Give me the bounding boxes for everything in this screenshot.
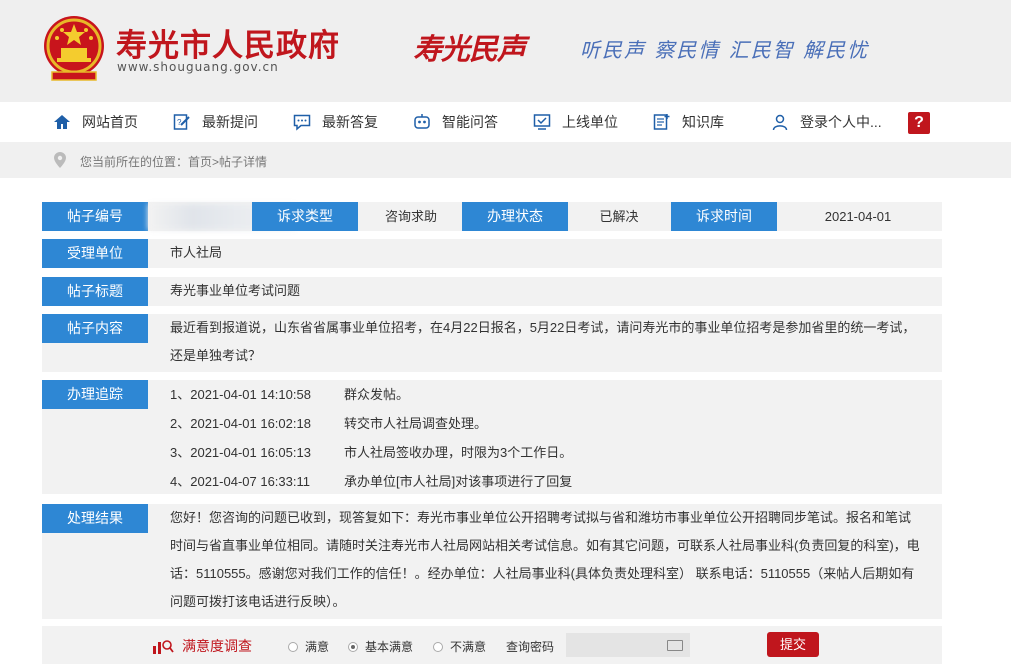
survey-title-text: 满意度调查 bbox=[182, 638, 252, 654]
password-input[interactable] bbox=[566, 633, 690, 657]
robot-icon bbox=[412, 112, 432, 132]
home-icon bbox=[52, 112, 72, 132]
survey-title: 满意度调查 bbox=[152, 636, 252, 656]
unit-label: 受理单位 bbox=[42, 239, 148, 268]
tracking-text: 承办单位[市人社局]对该事项进行了回复 bbox=[344, 474, 573, 489]
breadcrumb: 您当前所在的位置：首页>帖子详情 bbox=[0, 142, 1011, 178]
chat-reply-icon bbox=[292, 112, 312, 132]
tracking-item: 3、2021-04-01 16:05:13 市人社局签收办理，时限为3个工作日。 bbox=[170, 438, 922, 467]
radio-dot[interactable] bbox=[348, 641, 358, 652]
time-label: 诉求时间 bbox=[671, 202, 777, 231]
tracking-text: 群众发帖。 bbox=[344, 387, 410, 402]
radio-label: 满意 bbox=[305, 640, 330, 654]
radio-basically-satisfied[interactable]: 基本满意 bbox=[348, 638, 413, 655]
title-value: 寿光事业单位考试问题 bbox=[170, 283, 301, 298]
nav-item-label: 知识库 bbox=[682, 114, 724, 130]
chart-search-icon bbox=[153, 640, 174, 654]
title-label: 帖子标题 bbox=[42, 277, 148, 306]
detail-row-result: 处理结果 您好！您咨询的问题已收到，现答复如下：寿光市事业单位公开招聘考试拟与省… bbox=[42, 504, 942, 619]
password-label-text: 查询密码 bbox=[506, 640, 555, 654]
nav-item-latest-replies[interactable]: 最新答复 bbox=[292, 111, 378, 133]
radio-satisfied[interactable]: 满意 bbox=[288, 638, 329, 655]
breadcrumb-text: 您当前所在的位置：首页>帖子详情 bbox=[80, 155, 268, 169]
nav-item-latest-questions[interactable]: ? 最新提问 bbox=[172, 111, 258, 133]
status-label: 办理状态 bbox=[462, 202, 568, 231]
content-value: 最近看到报道说，山东省省属事业单位招考，在4月22日报名，5月22日考试，请问寿… bbox=[170, 320, 916, 363]
nav-item-home[interactable]: 网站首页 bbox=[52, 111, 138, 133]
nav-item-label: 最新提问 bbox=[202, 114, 258, 130]
nav-item-label: 网站首页 bbox=[82, 114, 138, 130]
status-value: 已解决 bbox=[599, 209, 639, 224]
radio-dot[interactable] bbox=[288, 641, 298, 652]
detail-row-tracking: 办理追踪 1、2021-04-01 14:10:58 群众发帖。 2、2021-0… bbox=[42, 380, 942, 494]
detail-row-title: 帖子标题 寿光事业单位考试问题 bbox=[42, 277, 942, 306]
radio-label: 基本满意 bbox=[365, 640, 414, 654]
type-value: 咨询求助 bbox=[384, 209, 437, 224]
site-url: www.shouguang.gov.cn bbox=[117, 60, 279, 74]
main-nav: 网站首页 ? 最新提问 最新答复 智能问答 上线单位 知识库 登录个人中... … bbox=[0, 102, 1011, 142]
tracking-time: 1、2021-04-01 14:10:58 bbox=[170, 387, 311, 402]
nav-item-label: 登录个人中... bbox=[800, 114, 882, 130]
tracking-time: 3、2021-04-01 16:05:13 bbox=[170, 445, 311, 460]
radio-unsatisfied[interactable]: 不满意 bbox=[433, 638, 486, 655]
radio-label: 不满意 bbox=[450, 640, 487, 654]
nav-item-online-units[interactable]: 上线单位 bbox=[532, 111, 618, 133]
tracking-label: 办理追踪 bbox=[42, 380, 148, 409]
tracking-item: 2、2021-04-01 16:02:18 转交市人社局调查处理。 bbox=[170, 409, 922, 438]
location-pin-icon bbox=[54, 152, 66, 168]
tracking-list: 1、2021-04-01 14:10:58 群众发帖。 2、2021-04-01 … bbox=[170, 380, 922, 496]
monitor-icon bbox=[532, 112, 552, 132]
detail-row-meta: 帖子编号 诉求类型 咨询求助 办理状态 已解决 诉求时间 2021-04-01 bbox=[42, 202, 942, 231]
post-id-label: 帖子编号 bbox=[42, 202, 148, 231]
unit-value: 市人社局 bbox=[170, 245, 223, 260]
tracking-item: 1、2021-04-01 14:10:58 群众发帖。 bbox=[170, 380, 922, 409]
radio-dot[interactable] bbox=[433, 641, 443, 652]
nav-item-label: 上线单位 bbox=[562, 114, 618, 130]
tracking-item: 4、2021-04-07 16:33:11 承办单位[市人社局]对该事项进行了回复 bbox=[170, 467, 922, 496]
nav-item-knowledge-base[interactable]: 知识库 bbox=[652, 111, 724, 133]
nav-item-login[interactable]: 登录个人中... bbox=[770, 111, 882, 133]
time-value: 2021-04-01 bbox=[824, 209, 892, 224]
brand-logo: 寿光民声 bbox=[413, 32, 526, 66]
national-emblem-icon bbox=[44, 16, 104, 81]
tracking-time: 4、2021-04-07 16:33:11 bbox=[170, 474, 310, 489]
site-title: 寿光市人民政府 bbox=[116, 28, 340, 64]
detail-row-content: 帖子内容 最近看到报道说，山东省省属事业单位招考，在4月22日报名，5月22日考… bbox=[42, 314, 942, 372]
svg-text:?: ? bbox=[177, 118, 182, 127]
help-button[interactable]: ? bbox=[908, 112, 930, 134]
nav-item-label: 智能问答 bbox=[442, 114, 498, 130]
satisfaction-survey: 满意度调查 满意 基本满意 不满意 查询密码 提交 bbox=[42, 626, 942, 664]
result-label: 处理结果 bbox=[42, 504, 148, 533]
content-label: 帖子内容 bbox=[42, 314, 148, 343]
edit-question-icon: ? bbox=[172, 112, 192, 132]
password-label: 查询密码 bbox=[506, 638, 554, 655]
result-value: 您好！您咨询的问题已收到，现答复如下：寿光市事业单位公开招聘考试拟与省和潍坊市事… bbox=[170, 510, 920, 609]
tracking-time: 2、2021-04-01 16:02:18 bbox=[170, 416, 311, 431]
nav-item-label: 最新答复 bbox=[322, 114, 378, 130]
submit-button[interactable]: 提交 bbox=[767, 632, 819, 657]
tracking-text: 转交市人社局调查处理。 bbox=[344, 416, 488, 431]
type-label: 诉求类型 bbox=[252, 202, 358, 231]
keyboard-icon[interactable] bbox=[667, 640, 683, 651]
site-header: 寿光市人民政府 www.shouguang.gov.cn 寿光民声 听民声 察民… bbox=[0, 0, 1011, 102]
user-icon bbox=[770, 112, 790, 132]
tracking-text: 市人社局签收办理，时限为3个工作日。 bbox=[344, 445, 573, 460]
slogan: 听民声 察民情 汇民智 解民忧 bbox=[580, 38, 870, 62]
detail-row-unit: 受理单位 市人社局 bbox=[42, 239, 942, 268]
knowledge-base-icon bbox=[652, 112, 672, 132]
nav-item-smart-qa[interactable]: 智能问答 bbox=[412, 111, 498, 133]
